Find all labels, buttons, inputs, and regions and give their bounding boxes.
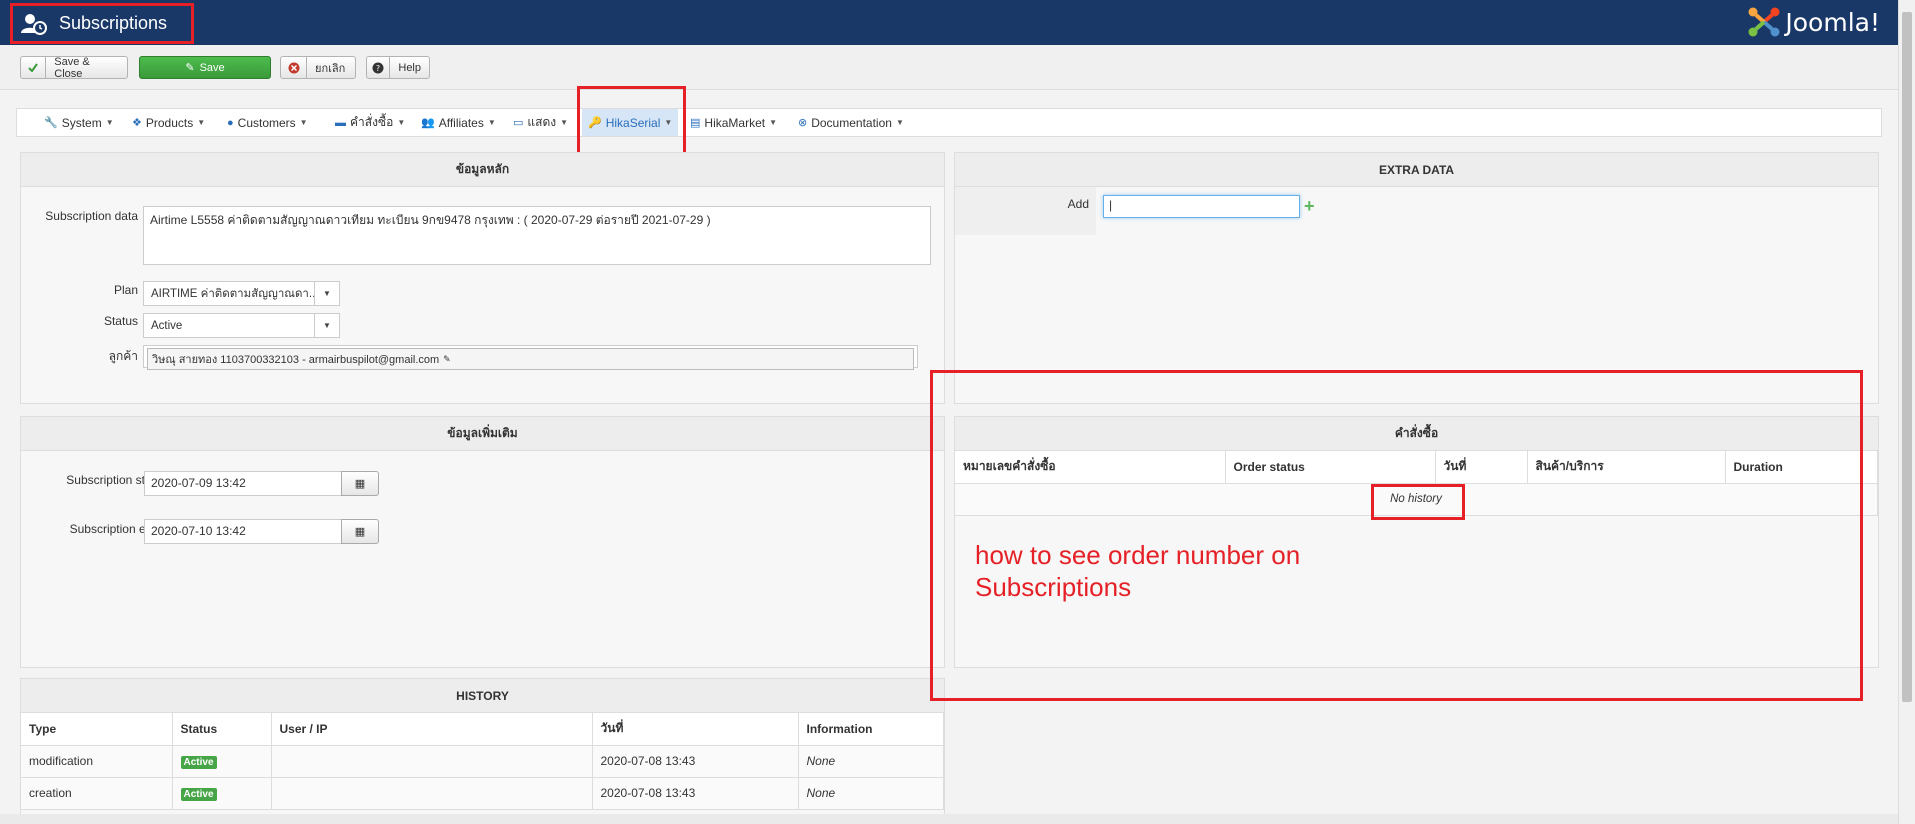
status-badge: Active [180, 756, 217, 769]
caret-down-icon: ▼ [299, 118, 308, 127]
status-label: Status [103, 314, 138, 328]
table-row: modification Active 2020-07-08 13:43 Non… [21, 745, 944, 778]
caret-down-icon: ▼ [397, 118, 406, 127]
end-calendar-button[interactable]: ▦ [341, 519, 379, 544]
menu-hikamarket[interactable]: ▤ HikaMarket ▼ [690, 109, 777, 136]
page-title-area: Subscriptions [10, 3, 194, 44]
calendar-icon: ▦ [354, 478, 366, 490]
start-calendar-button[interactable]: ▦ [341, 471, 379, 496]
add-plus-icon[interactable]: + [1304, 197, 1315, 215]
menu-display[interactable]: ▭ แสดง ▼ [513, 109, 568, 136]
calendar-icon: ▦ [354, 526, 366, 538]
add-label-cell: Add [955, 187, 1096, 235]
extra-data-add-input[interactable]: | [1103, 195, 1300, 218]
chevron-down-icon: ▼ [314, 314, 339, 337]
save-button[interactable]: ✎ Save [139, 56, 271, 79]
save-close-button[interactable]: Save & Close [20, 56, 128, 80]
customer-field[interactable]: วิษณุ สายทอง 1103700332103 - armairbuspi… [143, 345, 918, 370]
top-header-bar: Subscriptions Joomla! [0, 0, 1898, 45]
life-ring-icon: ⊗ [798, 117, 808, 129]
col-history-date: วันที่ [592, 713, 799, 746]
check-icon [21, 57, 47, 78]
caret-down-icon: ▼ [197, 118, 206, 127]
credit-card-icon: ▬ [335, 116, 346, 129]
question-icon: ? [367, 57, 391, 78]
svg-text:?: ? [376, 64, 380, 73]
main-info-title: ข้อมูลหลัก [21, 153, 944, 187]
cancel-button[interactable]: ยกเลิก [280, 56, 356, 79]
col-status: Status [172, 713, 272, 746]
caret-down-icon: ▼ [769, 118, 778, 127]
action-toolbar: Save & Close ✎ Save ยกเลิก ? Help [0, 45, 1898, 90]
plan-select[interactable]: AIRTIME ค่าติดตามสัญญาณดา... ▼ [143, 281, 340, 306]
menu-customers[interactable]: ● Customers ▼ [227, 109, 308, 136]
extra-info-title: ข้อมูลเพิ่มเติม [21, 417, 944, 451]
chevron-down-icon: ▼ [314, 282, 339, 305]
customer-label: ลูกค้า [108, 349, 138, 363]
caret-down-icon: ▼ [560, 118, 569, 127]
extra-data-title: EXTRA DATA [955, 153, 1878, 187]
caret-down-icon: ▼ [105, 118, 114, 127]
menu-orders[interactable]: ▬ คำสั่งซื้อ ▼ [335, 109, 405, 136]
users-icon: 👥 [421, 117, 435, 129]
caret-down-icon: ▼ [487, 118, 496, 127]
table-row: creation Active 2020-07-08 13:43 None [21, 777, 944, 810]
col-information: Information [798, 713, 944, 746]
subscription-data-label: Subscription data [45, 209, 138, 223]
edit-pencil-icon[interactable]: ✎ [443, 354, 451, 365]
history-panel: HISTORY Type Status User / IP วันที่ Inf… [20, 678, 945, 824]
annotation-no-history-box [1371, 484, 1465, 520]
cancel-circle-icon [281, 57, 307, 78]
scrollbar-thumb[interactable] [1902, 12, 1912, 702]
user-icon: ● [227, 116, 234, 129]
joomla-logo-icon [1748, 7, 1780, 37]
main-info-panel: ข้อมูลหลัก Subscription data Airtime L55… [20, 152, 945, 404]
menu-documentation[interactable]: ⊗ Documentation ▼ [798, 109, 904, 136]
menu-system[interactable]: 🔧 System ▼ [44, 109, 114, 136]
cubes-icon: ❖ [132, 117, 142, 129]
horizontal-scrollbar[interactable] [0, 814, 1898, 824]
extra-data-panel: EXTRA DATA Add | + [954, 152, 1879, 404]
help-button[interactable]: ? Help [366, 56, 430, 79]
menu-products[interactable]: ❖ Products ▼ [132, 109, 205, 136]
plan-label: Plan [113, 283, 138, 297]
page-title: Subscriptions [59, 13, 168, 33]
customer-tag[interactable]: วิษณุ สายทอง 1103700332103 - armairbuspi… [147, 348, 914, 370]
brand-name: Joomla! [1785, 7, 1880, 37]
monitor-icon: ▭ [513, 117, 524, 129]
subscription-start-input[interactable]: 2020-07-09 13:42 [144, 471, 347, 496]
subscription-data-textarea[interactable]: Airtime L5558 ค่าติดตามสัญญาณดาวเทียม ทะ… [143, 206, 931, 265]
subscription-start-label: Subscription start [66, 473, 159, 487]
users-clock-icon [21, 13, 47, 35]
status-select[interactable]: Active ▼ [143, 313, 340, 338]
col-user-ip: User / IP [271, 713, 593, 746]
extra-info-panel: ข้อมูลเพิ่มเติม Subscription start 2020-… [20, 416, 945, 668]
joomla-brand[interactable]: Joomla! [1747, 6, 1880, 38]
col-type: Type [21, 713, 173, 746]
store-icon: ▤ [690, 117, 701, 129]
menu-affiliates[interactable]: 👥 Affiliates ▼ [421, 109, 496, 136]
history-table: Type Status User / IP วันที่ Information… [21, 713, 944, 810]
subscription-end-label: Subscription end [69, 522, 159, 536]
annotation-orders-box [930, 370, 1863, 701]
history-title: HISTORY [21, 679, 944, 713]
hikaserial-highlight-box [577, 86, 686, 156]
status-badge: Active [180, 788, 217, 801]
wrench-icon: 🔧 [44, 117, 58, 129]
caret-down-icon: ▼ [895, 118, 904, 127]
edit-icon: ✎ [185, 62, 195, 74]
subscription-end-input[interactable]: 2020-07-10 13:42 [144, 519, 347, 544]
vertical-scrollbar[interactable] [1898, 0, 1915, 824]
component-menu-bar: 🔧 System ▼ ❖ Products ▼ ● Customers ▼ ▬ คำสั่งซ… [16, 108, 1882, 137]
annotation-question: how to see order number on Subscriptions [975, 540, 1301, 602]
